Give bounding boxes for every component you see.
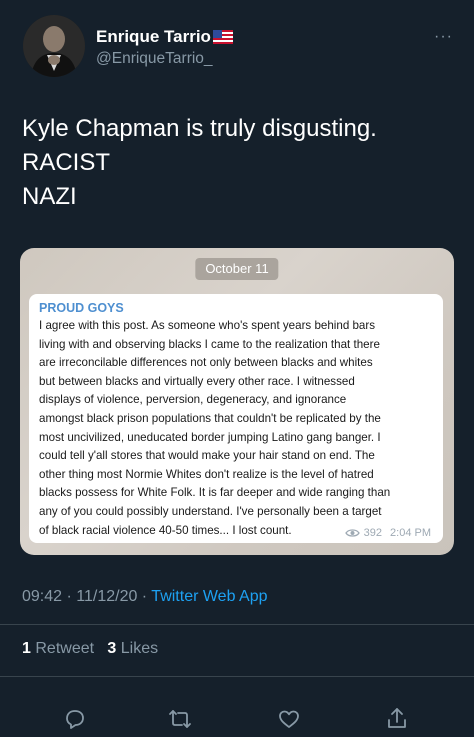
separator: · [62,588,77,605]
source-link[interactable]: Twitter Web App [151,588,267,605]
author-block[interactable]: Enrique Tarrio @EnriqueTarrio_ [96,27,233,69]
tweet-text: Kyle Chapman is truly disgusting. RACIST… [22,115,377,210]
avatar[interactable] [23,15,85,77]
view-count: 392 [363,527,383,539]
handle[interactable]: @EnriqueTarrio_ [96,49,233,69]
message-body: I agree with this post. As someone who's… [39,319,391,537]
like-icon[interactable] [276,706,302,732]
date-pill: October 11 [195,258,279,280]
retweet-icon[interactable] [167,706,193,732]
likes-label: Likes [120,640,159,657]
message-time: 2:04 PM [390,527,431,539]
reply-icon[interactable] [62,706,88,732]
tweet-image[interactable]: October 11 PROUD GOYS I agree with this … [20,248,454,555]
tweet-time: 09:42 [22,588,63,605]
separator: · [137,588,152,605]
message-meta: 392 2:04 PM [344,527,431,539]
share-icon[interactable] [384,706,410,732]
message-sender: PROUD GOYS [39,301,124,315]
message-bubble: PROUD GOYS I agree with this post. As so… [29,294,443,543]
eye-icon [344,529,360,537]
more-options-icon[interactable]: ··· [434,28,453,46]
engagement-stats: 1 Retweet 3 Likes [22,638,158,660]
divider [0,624,474,625]
retweets-label: Retweet [35,640,95,657]
retweets-stat[interactable]: 1 Retweet [22,640,94,657]
profile-photo [23,15,85,77]
display-name-text: Enrique Tarrio [96,27,211,46]
divider [0,676,474,677]
likes-count: 3 [107,640,117,657]
tweet-date: 11/12/20 [76,588,138,605]
tweet-timestamp: 09:42 · 11/12/20 · Twitter Web App [22,586,268,608]
us-flag-icon [212,30,233,44]
display-name[interactable]: Enrique Tarrio [96,27,233,47]
likes-stat[interactable]: 3 Likes [107,640,158,657]
retweets-count: 1 [22,640,31,657]
